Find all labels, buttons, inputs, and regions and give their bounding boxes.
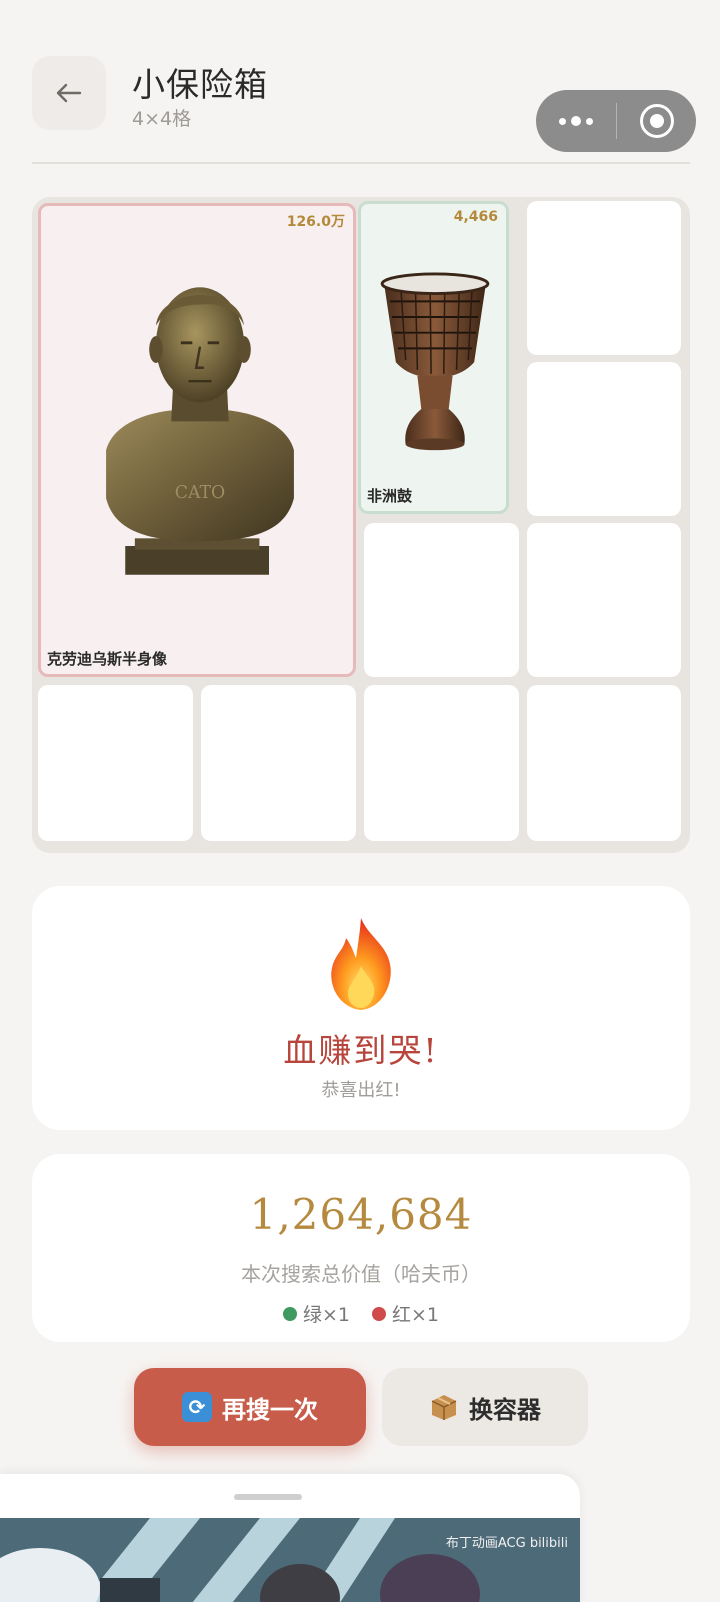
item-drum[interactable]: 4,466 非洲鼓 <box>358 201 509 514</box>
total-value-label: 本次搜索总价值（哈夫币） <box>241 1262 481 1286</box>
empty-slot[interactable] <box>364 685 519 841</box>
bust-statue-icon: CATO <box>106 287 294 575</box>
result-title: 血赚到哭! <box>283 1031 439 1070</box>
empty-slot[interactable] <box>527 523 681 677</box>
rarity-counts: 绿×1 红×1 <box>32 1300 690 1327</box>
sheet-handle[interactable] <box>234 1494 302 1500</box>
empty-slot[interactable] <box>38 685 193 841</box>
ad-brand: 布丁动画ACG bilibili <box>445 1536 568 1551</box>
search-again-label: 再搜一次 <box>222 1395 318 1424</box>
empty-slot[interactable] <box>364 523 519 677</box>
switch-container-label: 换容器 <box>469 1395 541 1424</box>
bottom-sheet: 布丁动画ACG bilibili <box>0 1474 580 1602</box>
item-value: 4,466 <box>453 209 498 225</box>
page-title: 小保险箱 <box>132 65 268 104</box>
empty-slot[interactable] <box>527 201 681 355</box>
item-name: 克劳迪乌斯半身像 <box>47 650 168 668</box>
container-grid: 126.0万 CATO 克劳迪乌斯半身像 4,466 非洲鼓 <box>32 197 690 853</box>
total-value: 1,264,684 <box>249 1190 473 1239</box>
red-dot-icon <box>372 1306 386 1321</box>
empty-slot[interactable] <box>527 362 681 516</box>
count-red-label: 红×1 <box>392 1304 440 1326</box>
item-bust[interactable]: 126.0万 CATO 克劳迪乌斯半身像 <box>38 203 356 677</box>
ad-banner[interactable]: 布丁动画ACG bilibili <box>0 1518 580 1602</box>
page-subtitle: 4×4格 <box>132 108 192 130</box>
more-dots-icon[interactable] <box>536 90 616 152</box>
empty-slot[interactable] <box>201 685 356 841</box>
result-card: 血赚到哭! 恭喜出红! <box>32 886 690 1130</box>
fire-icon <box>331 918 391 1010</box>
item-value: 126.0万 <box>286 214 345 230</box>
refresh-icon: ⟳ <box>182 1392 212 1422</box>
djembe-drum-icon <box>380 272 490 451</box>
switch-container-button[interactable]: 换容器 <box>382 1368 588 1446</box>
back-button[interactable] <box>32 56 106 130</box>
header-divider <box>32 162 690 164</box>
count-green: 绿×1 <box>282 1300 350 1327</box>
bust-inscription: CATO <box>175 483 225 503</box>
search-again-button[interactable]: ⟳ 再搜一次 <box>134 1368 366 1446</box>
green-dot-icon <box>282 1306 297 1321</box>
count-green-label: 绿×1 <box>302 1304 350 1326</box>
box-icon <box>431 1395 457 1420</box>
miniprogram-capsule <box>536 90 696 152</box>
count-red: 红×1 <box>372 1300 439 1327</box>
arrow-left-icon <box>56 83 82 103</box>
anime-banner-image <box>0 1518 580 1602</box>
target-icon[interactable] <box>617 90 696 152</box>
item-name: 非洲鼓 <box>367 487 413 505</box>
result-subtitle: 恭喜出红! <box>321 1080 401 1101</box>
summary-card: 1,264,684 本次搜索总价值（哈夫币） 绿×1 红×1 <box>32 1154 690 1342</box>
empty-slot[interactable] <box>527 685 681 841</box>
